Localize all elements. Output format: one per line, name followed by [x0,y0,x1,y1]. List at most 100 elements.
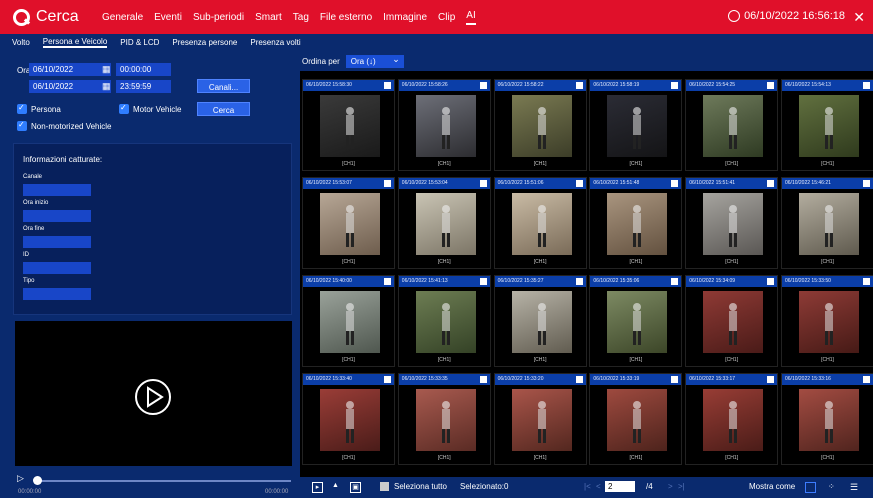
thumbnail-checkbox[interactable] [575,376,583,383]
thumbnail-card[interactable]: 06/10/2022 15:33:19 [CH1] [589,373,683,465]
tab-persona-veicolo[interactable]: Persona e Veicolo [42,37,108,48]
list-view-icon[interactable]: ☰ [850,482,858,493]
export-arrow-icon[interactable]: ▲ [332,482,339,489]
nav-immagine[interactable]: Immagine [383,12,427,23]
thumbnail-checkbox[interactable] [575,82,583,89]
thumbnail-checkbox[interactable] [479,82,487,89]
thumbnail-checkbox[interactable] [767,278,775,285]
thumbnail-card[interactable]: 06/10/2022 15:40:00 [CH1] [302,275,395,367]
thumbnail-checkbox[interactable] [384,180,391,187]
play-selected-button[interactable]: ▸ [312,482,323,493]
thumbnail-checkbox[interactable] [479,180,487,187]
nav-file-esterno[interactable]: File esterno [320,12,372,23]
channels-button[interactable]: Canali... [197,79,250,93]
thumbnail-card[interactable]: 06/10/2022 15:53:04 [CH1] [397,177,491,269]
thumbnail-checkbox[interactable] [575,180,583,187]
thumbnail-checkbox[interactable] [575,278,583,285]
thumbnail-checkbox[interactable] [767,180,775,187]
play-icon[interactable] [133,377,173,417]
progress-knob[interactable] [33,476,42,485]
thumbnail-card[interactable]: 06/10/2022 15:33:20 [CH1] [493,373,587,465]
thumbnail-checkbox[interactable] [671,82,679,89]
select-all[interactable]: Seleziona tutto [380,482,447,491]
calendar-icon[interactable]: ▦ [102,64,111,75]
thumbnail-card[interactable]: 06/10/2022 15:35:06 [CH1] [589,275,683,367]
thumbnail-card[interactable]: 06/10/2022 15:46:21 [CH1] [781,177,873,269]
checkbox-persona[interactable]: Persona [17,103,61,114]
tab-volto[interactable]: Volto [12,38,30,47]
next-page-icon[interactable]: > [668,482,673,491]
thumbnail-card[interactable]: 06/10/2022 15:41:13 [CH1] [397,275,491,367]
thumbnail-card[interactable]: 06/10/2022 15:58:30 [CH1] [302,79,395,171]
thumbnail-card[interactable]: 06/10/2022 15:58:19 [CH1] [589,79,683,171]
thumbnail-checkbox[interactable] [479,376,487,383]
cerca-button[interactable]: Cerca [197,102,250,116]
thumbnail-checkbox[interactable] [863,376,870,383]
progress-bar[interactable] [38,480,291,482]
select-all-checkbox[interactable] [380,482,389,491]
nav-smart[interactable]: Smart [255,12,282,23]
calendar-icon[interactable]: ▦ [102,81,111,92]
thumbnail-card[interactable]: 06/10/2022 15:54:25 [CH1] [685,79,779,171]
thumbnail-card[interactable]: 06/10/2022 15:58:22 [CH1] [493,79,587,171]
grid-view-icon[interactable] [805,482,816,493]
grid-small-icon[interactable]: ⁘ [828,482,835,491]
thumbnail-checkbox[interactable] [384,278,391,285]
thumbnail-checkbox[interactable] [863,278,870,285]
thumbnail-checkbox[interactable] [479,278,487,285]
end-time-field[interactable]: 23:59:59 [116,80,171,93]
thumbnail-card[interactable]: 06/10/2022 15:33:35 [CH1] [397,373,491,465]
thumbnail-checkbox[interactable] [384,376,391,383]
video-player[interactable] [15,321,292,466]
thumbnail-card[interactable]: 06/10/2022 15:54:13 [CH1] [781,79,873,171]
person-figure [633,205,642,247]
close-icon[interactable]: ✕ [853,9,865,26]
thumbnail-header: 06/10/2022 15:58:26 [398,80,490,91]
thumbnail-card[interactable]: 06/10/2022 15:33:40 [CH1] [302,373,395,465]
person-figure [633,107,642,149]
thumbnail-card[interactable]: 06/10/2022 15:33:50 [CH1] [781,275,873,367]
checkbox-icon[interactable] [17,120,27,131]
thumbnail-checkbox[interactable] [671,180,679,187]
thumbnail-checkbox[interactable] [863,82,870,89]
start-time-field[interactable]: 00:00:00 [116,63,171,76]
nav-tag[interactable]: Tag [293,12,309,23]
thumbnail-checkbox[interactable] [671,278,679,285]
thumbnail-card[interactable]: 06/10/2022 15:51:48 [CH1] [589,177,683,269]
thumbnail-card[interactable]: 06/10/2022 15:33:16 [CH1] [781,373,873,465]
page-input[interactable]: 2 [605,481,635,492]
tab-presenza-persone[interactable]: Presenza persone [172,38,237,47]
tab-presenza-volti[interactable]: Presenza volti [250,38,300,47]
checkbox-non-motorized[interactable]: Non-motorized Vehicle [17,120,111,131]
tab-pid-lcd[interactable]: PID & LCD [120,38,159,47]
thumbnail-checkbox[interactable] [863,180,870,187]
last-page-icon[interactable]: >| [678,482,685,491]
checkbox-icon[interactable] [17,103,27,114]
first-page-icon[interactable]: |< [584,482,591,491]
nav-generale[interactable]: Generale [102,12,143,23]
thumbnail-checkbox[interactable] [767,82,775,89]
thumbnail-card[interactable]: 06/10/2022 15:51:06 [CH1] [493,177,587,269]
thumbnail-checkbox[interactable] [671,376,679,383]
save-button[interactable]: ▣ [350,482,361,493]
nav-eventi[interactable]: Eventi [154,12,182,23]
sort-select[interactable]: Ora (↓) [345,54,404,68]
nav-sub-periodi[interactable]: Sub-periodi [193,12,244,23]
thumbnail-checkbox[interactable] [767,376,775,383]
start-date-field[interactable]: 06/10/2022 [29,63,111,76]
nav-clip[interactable]: Clip [438,12,455,23]
checkbox-motor-vehicle[interactable]: Motor Vehicle [119,103,181,114]
checkbox-icon[interactable] [119,103,129,114]
clock: 06/10/2022 16:56:18 [728,10,845,22]
nav-ai[interactable]: AI [466,10,476,25]
prev-page-icon[interactable]: < [596,482,601,491]
thumbnail-card[interactable]: 06/10/2022 15:33:17 [CH1] [685,373,779,465]
thumbnail-card[interactable]: 06/10/2022 15:58:26 [CH1] [397,79,491,171]
thumbnail-card[interactable]: 06/10/2022 15:34:09 [CH1] [685,275,779,367]
end-date-field[interactable]: 06/10/2022 [29,80,111,93]
thumbnail-card[interactable]: 06/10/2022 15:35:27 [CH1] [493,275,587,367]
play-small-icon[interactable]: ▷ [17,473,24,484]
thumbnail-checkbox[interactable] [384,82,391,89]
thumbnail-card[interactable]: 06/10/2022 15:51:41 [CH1] [685,177,779,269]
thumbnail-card[interactable]: 06/10/2022 15:53:07 [CH1] [302,177,395,269]
